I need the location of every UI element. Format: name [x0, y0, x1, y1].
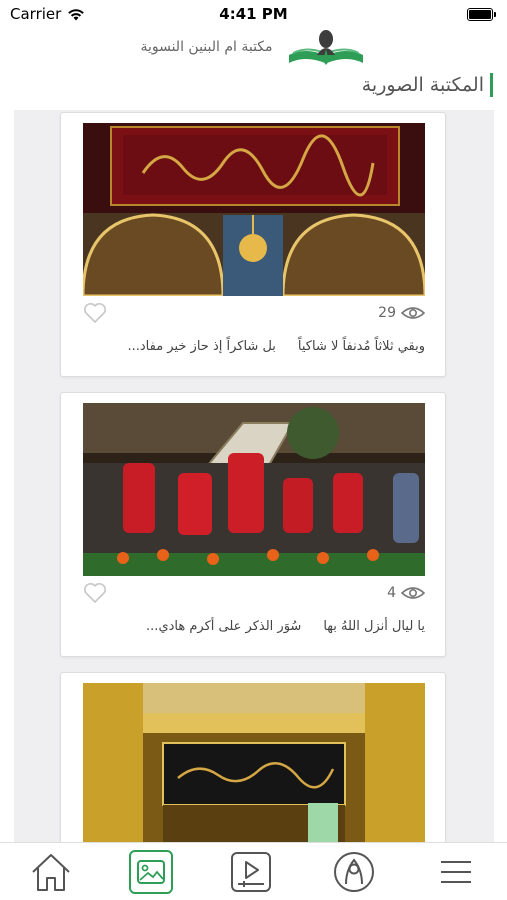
- post-meta: 29: [83, 301, 425, 325]
- profile-icon: [333, 851, 374, 892]
- post-caption: وبقي ثلاثاً مُدنفاً لا شاكياً بل شاكراً …: [83, 339, 425, 354]
- caption-part-1: وبقي ثلاثاً مُدنفاً لا شاكياً: [297, 339, 425, 354]
- eye-icon: [401, 587, 425, 599]
- tab-video[interactable]: [227, 848, 275, 896]
- section-accent-bar: [490, 73, 493, 97]
- eye-icon: [401, 307, 425, 319]
- post-image[interactable]: [83, 123, 425, 296]
- menu-icon: [440, 860, 471, 883]
- gallery-icon: [137, 859, 166, 884]
- tab-profile[interactable]: [330, 848, 378, 896]
- tab-gallery[interactable]: [129, 849, 174, 894]
- view-count-value: 4: [387, 585, 396, 601]
- post-image[interactable]: [83, 403, 425, 576]
- tab-menu[interactable]: [432, 848, 480, 896]
- post-meta: 4: [83, 581, 425, 605]
- status-time: 4:41 PM: [219, 5, 288, 23]
- home-icon: [32, 853, 70, 891]
- like-heart-icon[interactable]: [83, 582, 107, 604]
- caption-part-2: سُوَر الذكر على أكرم هادي...: [146, 619, 302, 634]
- caption-part-2: بل شاكراً إذ حاز خير مفاد...: [127, 339, 276, 354]
- view-count: 29: [378, 305, 425, 321]
- image-feed[interactable]: 29 وبقي ثلاثاً مُدنفاً لا شاكياً بل شاكر…: [14, 110, 494, 842]
- app-header: مكتبة ام البنين النسوية: [0, 24, 507, 70]
- post-caption: يا ليال أنزل اللهُ بها سُوَر الذكر على أ…: [83, 619, 425, 634]
- post-card[interactable]: 29 وبقي ثلاثاً مُدنفاً لا شاكياً بل شاكر…: [60, 112, 446, 377]
- library-logo-icon: [288, 30, 363, 65]
- view-count-value: 29: [378, 305, 396, 321]
- library-name: مكتبة ام البنين النسوية: [140, 39, 273, 55]
- section-title: المكتبة الصورية: [361, 74, 484, 96]
- video-icon: [231, 851, 272, 892]
- like-heart-icon[interactable]: [83, 302, 107, 324]
- post-card[interactable]: 4 يا ليال أنزل اللهُ بها سُوَر الذكر على…: [60, 392, 446, 657]
- post-image[interactable]: [83, 683, 425, 842]
- post-card[interactable]: [60, 672, 446, 842]
- bottom-tab-bar: [0, 842, 507, 900]
- tab-home[interactable]: [27, 848, 75, 896]
- section-header: المكتبة الصورية: [0, 70, 507, 100]
- view-count: 4: [387, 585, 425, 601]
- caption-part-1: يا ليال أنزل اللهُ بها: [323, 619, 425, 634]
- battery-icon: [467, 7, 496, 21]
